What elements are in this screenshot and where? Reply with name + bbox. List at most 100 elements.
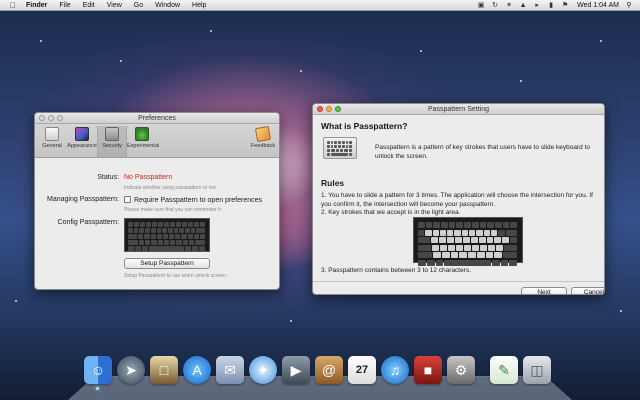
managing-hint: Please make sure that you can remember i… [124, 207, 223, 213]
keyboard-preview [124, 218, 210, 252]
finder-icon[interactable]: ☺ [84, 356, 112, 390]
passpattern-titlebar[interactable]: Passpattern Setting [313, 104, 604, 115]
itunes-icon[interactable]: ♫ [381, 356, 409, 384]
cancel-button[interactable]: Cancel [571, 287, 604, 294]
preferences-window: Preferences General Appearance Security … [34, 112, 280, 290]
window-controls [39, 115, 66, 121]
app-store-icon[interactable]: A [183, 356, 211, 384]
flag-icon[interactable]: ⚑ [560, 1, 570, 9]
menu-go[interactable]: Go [128, 2, 149, 9]
tab-label: Security [102, 143, 122, 149]
tab-label: Appearance [67, 143, 97, 149]
system-preferences-icon[interactable]: ⚙ [447, 356, 475, 384]
feedback-icon [254, 125, 272, 143]
keyboard-row [418, 252, 518, 258]
bluetooth-icon[interactable]: ✶ [504, 1, 514, 9]
require-passpattern-checkbox[interactable] [124, 196, 131, 203]
contacts-icon[interactable]: @ [315, 356, 343, 384]
require-passpattern-label: Require Passpattern to open preferences [134, 197, 263, 204]
keyboard-row [128, 246, 206, 251]
setup-passpattern-button[interactable]: Setup Passpattern [124, 258, 210, 269]
menu-file[interactable]: File [53, 2, 76, 9]
wifi-icon[interactable]: ▲ [518, 2, 528, 9]
config-label: Config Passpattern: [57, 219, 119, 226]
window-controls [317, 106, 344, 112]
menu-extras: ▣ ↻ ✶ ▲ ▸ ▮ ⚑ Wed 1:04 AM ⚲ [474, 1, 640, 10]
require-passpattern-option[interactable]: Require Passpattern to open preferences [124, 196, 262, 204]
feedback-button[interactable]: Feedback [249, 125, 277, 149]
status-value: No Passpattern [124, 174, 173, 181]
passpattern-setting-window: Passpattern Setting What is Passpattern?… [312, 103, 605, 295]
feedback-label: Feedback [250, 143, 276, 149]
star [620, 310, 622, 312]
menu-clock[interactable]: Wed 1:04 AM [572, 2, 624, 9]
accepted-keys-keyboard [413, 217, 523, 266]
volume-icon[interactable]: ▸ [532, 1, 542, 9]
lock-icon[interactable]: ▣ [476, 1, 486, 9]
preview-icon[interactable]: ✎ [490, 356, 518, 384]
window-title: Passpattern Setting [427, 106, 490, 113]
intro-text: Passpattern is a pattern of key strokes … [375, 144, 590, 160]
star [40, 40, 42, 42]
star [420, 50, 422, 52]
keyboard-row [128, 234, 206, 239]
star [600, 40, 602, 42]
keyboard-row [418, 244, 518, 251]
experimental-icon [135, 127, 149, 141]
trash-icon[interactable]: ◫ [523, 356, 551, 384]
menu-view[interactable]: View [101, 2, 128, 9]
calendar-day: 27 [355, 364, 369, 376]
menu-help[interactable]: Help [186, 2, 212, 9]
preferences-toolbar: General Appearance Security Experimental… [35, 124, 279, 158]
safari-icon[interactable]: ✦ [249, 356, 277, 384]
dock: ☺ ➤ □ A ✉ ✦ ▶ @ 27 ♫ ■ ⚙ ✎ ◫ [84, 356, 556, 390]
managing-label: Managing Passpattern: [47, 196, 119, 203]
what-is-heading: What is Passpattern? [321, 121, 408, 131]
minimize-button[interactable] [48, 115, 54, 121]
zoom-button[interactable] [57, 115, 63, 121]
zoom-button[interactable] [335, 106, 341, 112]
tab-security[interactable]: Security [97, 126, 127, 157]
star [120, 60, 122, 62]
menu-finder[interactable]: Finder [20, 2, 53, 9]
close-button[interactable] [317, 106, 323, 112]
star [210, 30, 212, 32]
menu-window[interactable]: Window [149, 2, 186, 9]
sync-icon[interactable]: ↻ [490, 1, 500, 9]
keyboard-row [327, 141, 353, 144]
menu-edit[interactable]: Edit [77, 2, 101, 9]
keyboard-row [418, 259, 518, 266]
keyboard-row [327, 145, 353, 148]
photo-booth-icon[interactable]: ■ [414, 356, 442, 384]
apple-menu-icon[interactable]:  [6, 1, 20, 10]
mail-icon[interactable]: ✉ [216, 356, 244, 384]
next-button[interactable]: Next [521, 287, 567, 294]
battery-icon[interactable]: ▮ [546, 1, 556, 9]
rule-3: 3. Passpattern contains between 3 to 12 … [321, 267, 471, 274]
star [300, 70, 302, 72]
launchpad-icon[interactable]: ➤ [117, 356, 145, 384]
tab-general[interactable]: General [37, 126, 67, 149]
tab-appearance[interactable]: Appearance [67, 126, 97, 149]
preferences-content: Status: No Passpattern Indicate whether … [35, 158, 279, 289]
keyboard-row [327, 149, 353, 152]
keyboard-icon [323, 137, 357, 159]
star [290, 320, 292, 322]
spotlight-search-icon[interactable]: ⚲ [624, 1, 634, 9]
keyboard-row [128, 228, 206, 233]
facetime-icon[interactable]: ▶ [282, 356, 310, 384]
tab-label: General [42, 143, 62, 149]
preferences-titlebar[interactable]: Preferences [35, 113, 279, 124]
setup-hint: Setup Passpattern to use when unlock scr… [124, 273, 228, 279]
tab-experimental[interactable]: Experimental [127, 126, 159, 149]
status-label: Status: [97, 174, 119, 181]
photo-icon[interactable]: □ [150, 356, 178, 384]
rules-heading: Rules [321, 178, 345, 188]
divider [313, 281, 604, 282]
close-button[interactable] [39, 115, 45, 121]
minimize-button[interactable] [326, 106, 332, 112]
passpattern-content: What is Passpattern? Passpattern is a pa… [313, 115, 604, 294]
keyboard-row [327, 153, 353, 156]
rule-1: 1. You have to slide a pattern for 3 tim… [321, 192, 593, 208]
calendar-icon[interactable]: 27 [348, 356, 376, 384]
